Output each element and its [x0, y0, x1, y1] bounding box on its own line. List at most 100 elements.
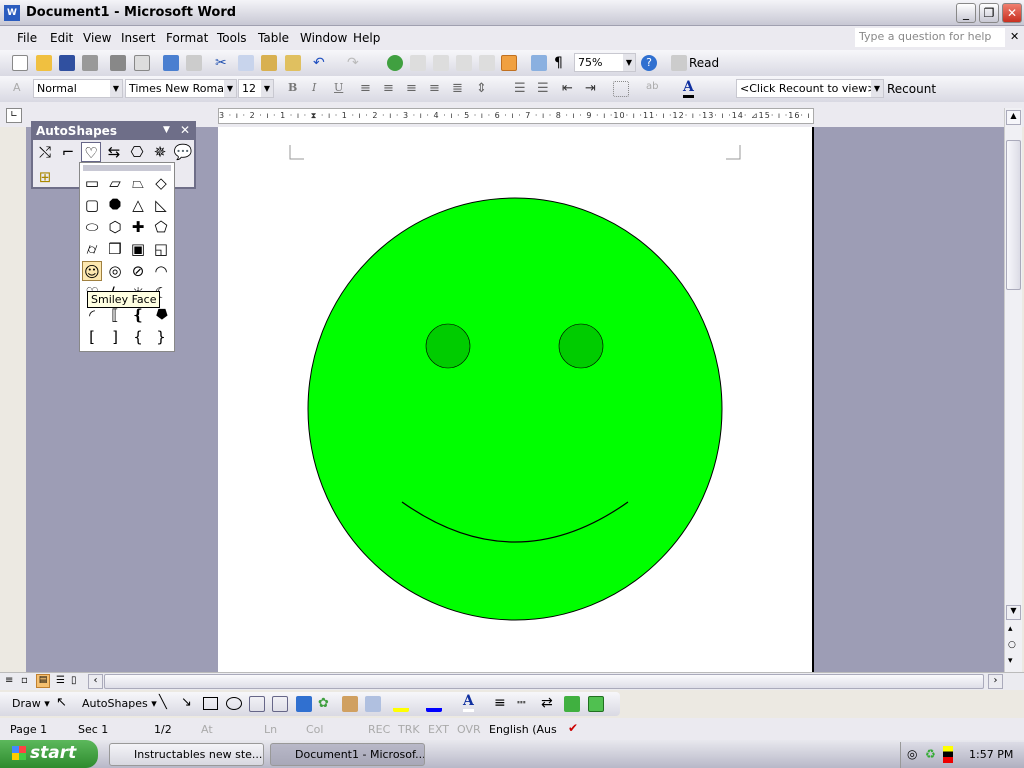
numbering-icon[interactable]: ☰ — [514, 81, 530, 97]
block-arc-shape-icon[interactable]: ◠ — [151, 261, 171, 281]
rectangle-icon[interactable] — [203, 697, 218, 710]
tray-network-icon[interactable]: ◎ — [907, 747, 917, 761]
menu-view[interactable]: View — [83, 31, 111, 45]
menu-window[interactable]: Window — [300, 31, 347, 45]
arrow-style-icon[interactable]: ⇄ — [541, 695, 553, 711]
drawing-toggle-icon[interactable] — [501, 55, 517, 71]
format-painter-icon[interactable] — [285, 55, 301, 71]
close-icon[interactable]: ✕ — [180, 123, 190, 137]
no-symbol-shape-icon[interactable]: ⊘ — [128, 261, 148, 281]
menu-format[interactable]: Format — [166, 31, 208, 45]
help-search-input[interactable]: Type a question for help — [855, 28, 1005, 47]
paste-icon[interactable] — [261, 55, 277, 71]
bullets-icon[interactable]: ☰ — [537, 81, 553, 97]
fill-color-icon[interactable] — [393, 696, 409, 712]
cube-shape-icon[interactable]: ❒ — [105, 239, 125, 259]
tray-app-icon[interactable] — [943, 746, 953, 763]
right-brace-shape-icon[interactable]: } — [151, 327, 171, 347]
recount-button[interactable]: Recount — [887, 82, 936, 96]
right-bracket-shape-icon[interactable]: ] — [105, 327, 125, 347]
tray-update-icon[interactable]: ♻ — [925, 747, 936, 761]
cross-shape-icon[interactable]: ✚ — [128, 217, 148, 237]
taskbar-item-word[interactable]: Document1 - Microsof... — [270, 743, 425, 766]
autoshapes-title-bar[interactable]: AutoShapes ▼ ✕ — [33, 123, 194, 140]
line-color-icon[interactable] — [426, 696, 442, 712]
smiley-face-shape-icon[interactable]: ☺ — [82, 261, 102, 281]
help-icon[interactable]: ? — [641, 55, 657, 71]
reading-view-icon[interactable]: ▯ — [71, 675, 77, 686]
tab-selector-button[interactable]: ∟ — [6, 108, 22, 123]
align-left-icon[interactable]: ≡ — [360, 81, 376, 97]
menu-table[interactable]: Table — [258, 31, 289, 45]
justify-icon[interactable]: ≡ — [429, 81, 445, 97]
smiley-face-circle[interactable] — [307, 197, 723, 621]
menu-file[interactable]: File — [17, 31, 37, 45]
redo-icon[interactable]: ↷ — [347, 55, 363, 71]
draw-menu-button[interactable]: Draw ▾ — [12, 697, 50, 710]
scroll-up-button[interactable]: ▲ — [1006, 110, 1021, 125]
research-icon[interactable] — [186, 55, 202, 71]
new-document-icon[interactable] — [12, 55, 28, 71]
scroll-left-button[interactable]: ‹ — [88, 674, 103, 689]
web-view-icon[interactable]: ▫ — [21, 675, 28, 686]
status-rec[interactable]: REC — [368, 723, 390, 736]
undo-icon[interactable]: ↶ — [313, 55, 329, 71]
font-size-select[interactable]: 12 ▼ — [238, 79, 274, 98]
save-icon[interactable] — [59, 55, 75, 71]
italic-button[interactable]: I — [312, 81, 316, 94]
left-bracket-shape-icon[interactable]: [ — [82, 327, 102, 347]
document-page[interactable] — [218, 127, 814, 672]
diamond-shape-icon[interactable]: ◇ — [151, 173, 171, 193]
menu-insert[interactable]: Insert — [121, 31, 155, 45]
shadow-style-icon[interactable] — [564, 696, 580, 712]
more-autoshapes-icon[interactable]: ⊞ — [35, 167, 55, 187]
font-color-button[interactable]: A — [683, 79, 694, 98]
bevel-shape-icon[interactable]: ▣ — [128, 239, 148, 259]
line-icon[interactable]: ╲ — [159, 695, 167, 710]
vertical-text-box-icon[interactable] — [272, 696, 288, 712]
bold-button[interactable]: B — [288, 81, 297, 94]
hexagon-shape-icon[interactable]: ⬡ — [105, 217, 125, 237]
insert-picture-icon[interactable] — [365, 696, 381, 712]
smiley-face-shape[interactable] — [307, 197, 723, 621]
autoshapes-menu-button[interactable]: AutoShapes ▾ — [82, 697, 157, 710]
double-bracket-shape-icon[interactable]: ⟦ — [105, 305, 125, 325]
oval-icon[interactable] — [226, 697, 242, 710]
triangle-shape-icon[interactable]: △ — [128, 195, 148, 215]
rounded-rectangle-shape-icon[interactable]: ▢ — [82, 195, 102, 215]
draw-font-color-button[interactable]: A — [463, 693, 474, 712]
3d-style-icon[interactable] — [588, 696, 604, 712]
cut-icon[interactable]: ✂ — [215, 55, 231, 71]
dash-style-icon[interactable]: ┅ — [517, 695, 525, 711]
status-ovr[interactable]: OVR — [457, 723, 481, 736]
connectors-category-icon[interactable]: ⌐ — [58, 142, 78, 162]
restore-button[interactable]: ❐ — [979, 3, 999, 23]
line-style-icon[interactable]: ≡ — [494, 695, 506, 711]
open-folder-icon[interactable] — [36, 55, 52, 71]
print-preview-icon[interactable] — [134, 55, 150, 71]
status-trk[interactable]: TRK — [398, 723, 420, 736]
underline-button[interactable]: U — [334, 81, 343, 94]
hyperlink-icon[interactable] — [387, 55, 403, 71]
donut-shape-icon[interactable]: ◎ — [105, 261, 125, 281]
callouts-category-icon[interactable]: 💬 — [173, 142, 193, 162]
clock[interactable]: 1:57 PM — [969, 748, 1013, 761]
folded-corner-shape-icon[interactable]: ◱ — [151, 239, 171, 259]
permission-icon[interactable] — [82, 55, 98, 71]
oval-shape-icon[interactable]: ⬭ — [82, 217, 102, 237]
diagram-icon[interactable]: ✿ — [318, 696, 334, 712]
style-select[interactable]: Normal ▼ — [33, 79, 123, 98]
font-select[interactable]: Times New Roman ▼ — [125, 79, 237, 98]
decrease-indent-icon[interactable]: ⇤ — [562, 81, 578, 97]
word-count-select[interactable]: <Click Recount to view> ▼ — [736, 79, 884, 98]
scroll-right-button[interactable]: › — [988, 674, 1003, 689]
insert-table-icon[interactable] — [433, 55, 449, 71]
horizontal-ruler[interactable]: 3 · ı · 2 · ı · 1 · ı · ⧗ · ı · 1 · ı · … — [218, 108, 814, 124]
wordart-icon[interactable] — [296, 696, 312, 712]
pentagon-shape-icon[interactable]: ⬠ — [151, 217, 171, 237]
previous-page-button[interactable]: ▴ — [1008, 624, 1013, 634]
print-layout-view-icon[interactable]: ▤ — [36, 674, 50, 688]
borders-icon[interactable] — [613, 81, 629, 97]
octagon-shape-icon[interactable]: ⯃ — [105, 195, 125, 215]
read-button[interactable]: Read — [689, 56, 719, 70]
